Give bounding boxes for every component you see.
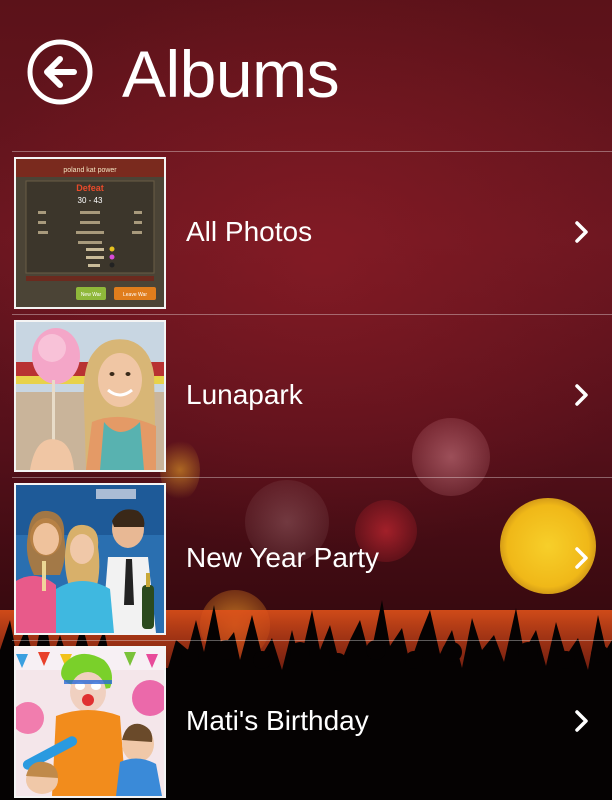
album-name: All Photos	[186, 216, 313, 247]
new-war-label: New War	[81, 292, 102, 298]
header: Albums	[0, 0, 612, 152]
album-thumbnail	[14, 483, 166, 635]
game-result-text: Defeat	[76, 183, 104, 193]
album-row-new-year-party[interactable]: New Year Party	[12, 477, 612, 640]
album-thumbnail: poland kat power Defeat 30 - 43 New War …	[14, 157, 166, 309]
album-row-matis-birthday[interactable]: Mati's Birthday	[12, 640, 612, 800]
album-thumbnail	[14, 646, 166, 798]
game-title-text: poland kat power	[63, 167, 117, 174]
album-list: poland kat power Defeat 30 - 43 New War …	[12, 151, 612, 800]
back-button[interactable]	[26, 38, 94, 106]
game-score-text: 30 - 43	[78, 196, 103, 205]
back-arrow-circle-icon	[27, 39, 93, 105]
chevron-right-icon	[575, 384, 588, 406]
album-name: New Year Party	[186, 542, 379, 573]
page-title: Albums	[122, 37, 340, 111]
album-thumbnail	[14, 320, 166, 472]
album-row-all-photos[interactable]: poland kat power Defeat 30 - 43 New War …	[12, 151, 612, 314]
chevron-right-icon	[575, 710, 588, 732]
chevron-right-icon	[575, 221, 588, 243]
leave-war-label: Leave War	[123, 292, 147, 298]
album-name: Lunapark	[186, 379, 303, 410]
album-name: Mati's Birthday	[186, 705, 369, 736]
album-row-lunapark[interactable]: Lunapark	[12, 314, 612, 477]
chevron-right-icon	[575, 547, 588, 569]
